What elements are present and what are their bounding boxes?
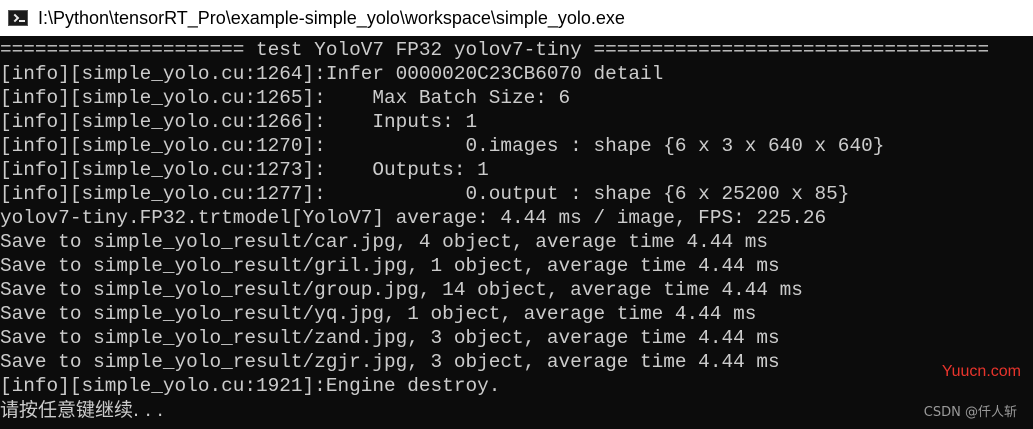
console-output[interactable]: ===================== test YoloV7 FP32 y… (0, 38, 1033, 429)
console-line: Save to simple_yolo_result/zgjr.jpg, 3 o… (0, 351, 780, 373)
console-line: [info][simple_yolo.cu:1270]: 0.images : … (0, 135, 885, 157)
console-line: Save to simple_yolo_result/group.jpg, 14… (0, 279, 803, 301)
console-line: [info][simple_yolo.cu:1277]: 0.output : … (0, 183, 850, 205)
window-titlebar[interactable]: I:\Python\tensorRT_Pro\example-simple_yo… (0, 0, 1033, 36)
csdn-watermark: CSDN @仟人斩 (923, 405, 1017, 420)
console-line: yolov7-tiny.FP32.trtmodel[YoloV7] averag… (0, 207, 827, 229)
window-title: I:\Python\tensorRT_Pro\example-simple_yo… (38, 7, 625, 28)
site-watermark: Yuucn.com (941, 363, 1021, 380)
console-app-icon (8, 10, 28, 26)
console-line: [info][simple_yolo.cu:1273]: Outputs: 1 (0, 159, 489, 181)
console-line: Save to simple_yolo_result/gril.jpg, 1 o… (0, 255, 780, 277)
press-any-key-prompt: 请按任意键继续. . . (0, 399, 164, 421)
console-line: [info][simple_yolo.cu:1921]:Engine destr… (0, 375, 501, 397)
console-line: Save to simple_yolo_result/yq.jpg, 1 obj… (0, 303, 757, 325)
console-line: [info][simple_yolo.cu:1264]:Infer 000002… (0, 63, 664, 85)
console-line: Save to simple_yolo_result/car.jpg, 4 ob… (0, 231, 768, 253)
console-line: [info][simple_yolo.cu:1266]: Inputs: 1 (0, 111, 478, 133)
console-line: ===================== test YoloV7 FP32 y… (0, 39, 990, 61)
console-line: Save to simple_yolo_result/zand.jpg, 3 o… (0, 327, 780, 349)
console-line: [info][simple_yolo.cu:1265]: Max Batch S… (0, 87, 571, 109)
